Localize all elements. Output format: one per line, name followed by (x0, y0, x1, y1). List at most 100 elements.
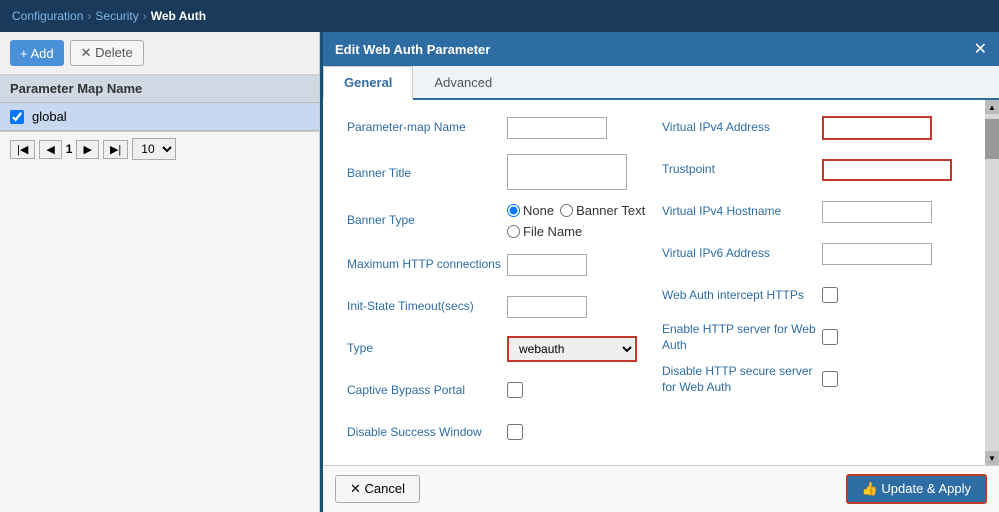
row-checkbox[interactable] (10, 110, 24, 124)
virtual-ipv6-control: x:x:x::x (822, 243, 961, 265)
add-button[interactable]: + Add (10, 40, 64, 66)
form-left-col: Parameter-map Name global Banner Title (339, 112, 654, 465)
banner-title-row: Banner Title (347, 154, 646, 193)
form-grid: Parameter-map Name global Banner Title (339, 112, 969, 465)
virtual-ipv6-input[interactable]: x:x:x::x (822, 243, 932, 265)
init-state-control: 120 (507, 296, 646, 318)
form-right-col: Virtual IPv4 Address 192.0.2.1 Trustpoin… (654, 112, 969, 465)
max-http-label: Maximum HTTP connections (347, 257, 507, 273)
disable-success-label: Disable Success Window (347, 425, 507, 441)
disable-success-control (507, 424, 646, 443)
tab-general[interactable]: General (323, 66, 413, 100)
banner-type-label: Banner Type (347, 213, 507, 229)
enable-http-control (822, 329, 961, 348)
disable-http-secure-row: Disable HTTP secure server for Web Auth (662, 364, 961, 396)
dialog-title: Edit Web Auth Parameter (335, 42, 490, 57)
scrollbar[interactable]: ▲ ▼ (985, 100, 999, 465)
web-auth-intercept-label: Web Auth intercept HTTPs (662, 288, 822, 304)
type-row: Type webauth consent splash (347, 333, 646, 365)
scroll-track (985, 114, 999, 451)
type-select[interactable]: webauth consent splash (507, 336, 637, 362)
type-control: webauth consent splash (507, 336, 646, 362)
page-number: 1 (66, 142, 73, 156)
virtual-ipv4-hostname-label: Virtual IPv4 Hostname (662, 204, 822, 220)
dialog-footer: ✕ Cancel 👍 Update & Apply (323, 465, 999, 512)
cancel-button[interactable]: ✕ Cancel (335, 475, 420, 503)
virtual-ipv4-hostname-control (822, 201, 961, 223)
web-auth-intercept-control (822, 287, 961, 306)
trustpoint-label: Trustpoint (662, 162, 822, 178)
web-auth-intercept-checkbox[interactable] (822, 287, 838, 303)
radio-none[interactable]: None (507, 203, 554, 218)
delete-button[interactable]: ✕ Delete (70, 40, 144, 66)
pagination: |◀ ◀ 1 ▶ ▶| 10 25 50 (0, 131, 319, 166)
trustpoint-row: Trustpoint TP-self-signed-9474… (662, 154, 961, 186)
last-page-button[interactable]: ▶| (103, 140, 128, 159)
dialog-tabs: General Advanced (323, 66, 999, 100)
top-navigation: Configuration › Security › Web Auth (0, 0, 999, 32)
disable-success-row: Disable Success Window (347, 417, 646, 449)
tab-advanced[interactable]: Advanced (413, 66, 513, 98)
radio-banner-text[interactable]: Banner Text (560, 203, 645, 218)
update-apply-button[interactable]: 👍 Update & Apply (846, 474, 987, 504)
max-http-row: Maximum HTTP connections 100 (347, 249, 646, 281)
nav-security[interactable]: Security (95, 9, 138, 23)
prev-page-button[interactable]: ◀ (39, 140, 61, 159)
enable-http-row: Enable HTTP server for Web Auth (662, 322, 961, 354)
dialog-panel: Edit Web Auth Parameter ✕ General Advanc… (320, 32, 999, 512)
virtual-ipv4-control: 192.0.2.1 (822, 116, 961, 140)
nav-configuration[interactable]: Configuration (12, 9, 83, 23)
dialog-close-button[interactable]: ✕ (974, 39, 987, 59)
main-layout: + Add ✕ Delete Parameter Map Name global… (0, 32, 999, 512)
virtual-ipv4-hostname-row: Virtual IPv4 Hostname (662, 196, 961, 228)
param-map-name-control: global (507, 117, 646, 139)
virtual-ipv4-row: Virtual IPv4 Address 192.0.2.1 (662, 112, 961, 144)
enable-http-checkbox[interactable] (822, 329, 838, 345)
banner-title-input[interactable] (507, 154, 627, 190)
disable-http-secure-label: Disable HTTP secure server for Web Auth (662, 364, 822, 395)
nav-sep2: › (143, 9, 147, 23)
banner-type-row: Banner Type None Banner Text File Name (347, 203, 646, 239)
captive-bypass-checkbox[interactable] (507, 382, 523, 398)
max-http-control: 100 (507, 254, 646, 276)
web-auth-intercept-row: Web Auth intercept HTTPs (662, 280, 961, 312)
trustpoint-input[interactable]: TP-self-signed-9474… (822, 159, 952, 181)
disable-http-secure-checkbox[interactable] (822, 371, 838, 387)
scroll-down-button[interactable]: ▼ (985, 451, 999, 465)
nav-current: Web Auth (151, 9, 206, 23)
disable-success-checkbox[interactable] (507, 424, 523, 440)
scroll-up-button[interactable]: ▲ (985, 100, 999, 114)
scroll-thumb[interactable] (985, 119, 999, 159)
radio-file-name[interactable]: File Name (507, 224, 582, 239)
banner-title-label: Banner Title (347, 166, 507, 182)
enable-http-label: Enable HTTP server for Web Auth (662, 322, 822, 353)
init-state-row: Init-State Timeout(secs) 120 (347, 291, 646, 323)
page-size-select[interactable]: 10 25 50 (132, 138, 176, 160)
param-map-name-input[interactable]: global (507, 117, 607, 139)
init-state-label: Init-State Timeout(secs) (347, 299, 507, 315)
param-map-name-row: Parameter-map Name global (347, 112, 646, 144)
virtual-ipv4-input[interactable]: 192.0.2.1 (822, 116, 932, 140)
banner-title-control (507, 154, 646, 193)
disable-http-secure-control (822, 371, 961, 390)
type-label: Type (347, 341, 507, 357)
table-row[interactable]: global (0, 103, 319, 131)
init-state-input[interactable]: 120 (507, 296, 587, 318)
row-name: global (32, 109, 67, 124)
trustpoint-control: TP-self-signed-9474… (822, 159, 961, 181)
virtual-ipv6-label: Virtual IPv6 Address (662, 246, 822, 262)
banner-type-control: None Banner Text File Name (507, 203, 646, 239)
max-http-input[interactable]: 100 (507, 254, 587, 276)
captive-bypass-control (507, 382, 646, 401)
captive-bypass-row: Captive Bypass Portal (347, 375, 646, 407)
next-page-button[interactable]: ▶ (76, 140, 98, 159)
table-header: Parameter Map Name (0, 75, 319, 103)
virtual-ipv4-label: Virtual IPv4 Address (662, 120, 822, 136)
captive-bypass-label: Captive Bypass Portal (347, 383, 507, 399)
dialog-body: Parameter-map Name global Banner Title (323, 100, 985, 465)
left-toolbar: + Add ✕ Delete (0, 32, 319, 75)
virtual-ipv4-hostname-input[interactable] (822, 201, 932, 223)
nav-sep1: › (87, 9, 91, 23)
virtual-ipv6-row: Virtual IPv6 Address x:x:x::x (662, 238, 961, 270)
first-page-button[interactable]: |◀ (10, 140, 35, 159)
